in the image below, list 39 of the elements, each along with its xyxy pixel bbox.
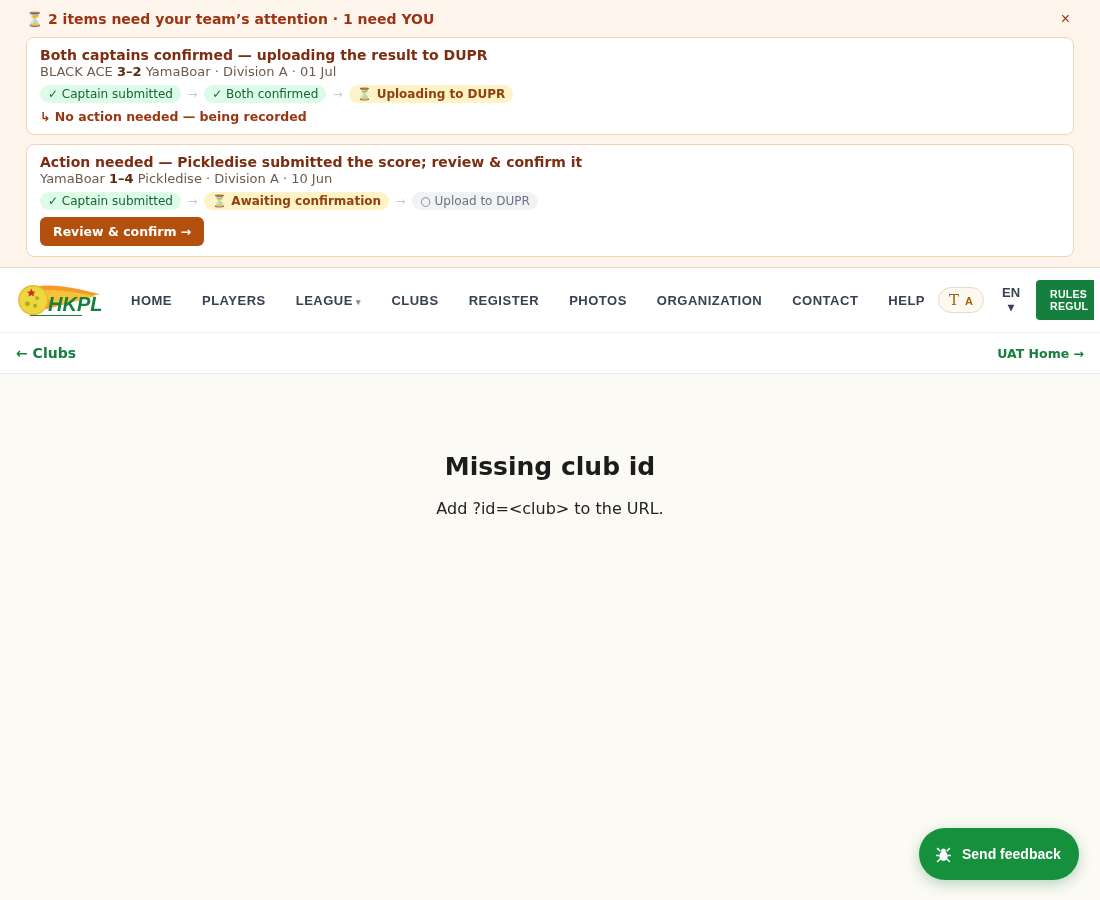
status-pill: ○ Upload to DUPR (412, 192, 538, 210)
status-pill: ✓ Captain submitted (40, 85, 181, 103)
feedback-button[interactable]: Send feedback (919, 828, 1079, 880)
nav-link[interactable]: PLAYERS (187, 292, 281, 308)
alert-title: 2 items need your team’s attention · 1 need YOU (48, 11, 435, 27)
font-size-toggle[interactable]: T A (938, 287, 984, 313)
message-text: Add ?id=<club> to the URL. (435, 499, 665, 518)
nav-link[interactable]: CLUBS (376, 292, 454, 308)
logo[interactable]: HKPL (16, 280, 102, 320)
rules-button[interactable]: RULES REGUL (1036, 280, 1095, 320)
status-pill: ✓ Both confirmed (204, 85, 327, 103)
close-button[interactable]: × (1056, 10, 1074, 28)
arrow-icon: → (187, 194, 198, 208)
status-pill: ✓ Captain submitted (40, 192, 181, 210)
back-link[interactable]: ← Clubs (16, 345, 76, 361)
status-pill: ⏳ Awaiting confirmation (204, 192, 390, 210)
card-title: Action needed — Pickledise submitted the score; review & confirm it (40, 154, 584, 170)
arrow-icon: → (187, 87, 198, 101)
nav-link[interactable]: REGISTER (453, 292, 555, 308)
status-pill: ⏳ Uploading to DUPR (349, 85, 514, 103)
arrow-icon: → (333, 87, 343, 101)
status-note: ↳ No action needed — being recorded (40, 109, 308, 124)
hourglass-icon: ⏳ (26, 11, 43, 27)
nav-link[interactable]: HELP (873, 292, 940, 308)
match-info: BLACK ACE 3–2 YamaBoar · Division A · 01 Jul (40, 64, 338, 79)
review-button[interactable]: Review & confirm → (40, 217, 205, 246)
nav-link[interactable]: LEAGUE ▾ (280, 292, 377, 308)
nav-link[interactable]: HOME (116, 292, 187, 308)
bug-icon (935, 845, 952, 863)
home-link[interactable]: UAT Home → (997, 345, 1084, 361)
card-title: Both captains confirmed — uploading the result to DUPR (40, 47, 489, 63)
language-selector[interactable]: EN ▾ (995, 284, 1027, 316)
nav-link[interactable]: ORGANIZATION (641, 292, 778, 308)
nav-link[interactable]: CONTACT (777, 292, 874, 308)
caret-icon: ▾ (355, 296, 362, 307)
nav-link[interactable]: PHOTOS (554, 292, 642, 308)
arrow-icon: → (396, 194, 406, 208)
match-info: YamaBoar 1–4 Pickledise · Division A · 10 Jun (40, 171, 334, 186)
page-heading: Missing club id (443, 452, 657, 481)
